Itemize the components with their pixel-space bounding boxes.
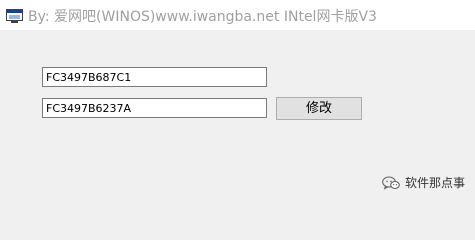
app-window: By: 爱网吧(WINOS)www.iwangba.net INtel网卡版V3… bbox=[0, 0, 475, 201]
window-title: By: 爱网吧(WINOS)www.iwangba.net INtel网卡版V3 bbox=[28, 9, 377, 25]
app-icon bbox=[6, 8, 23, 23]
mac-address-input-2[interactable] bbox=[42, 98, 267, 118]
watermark: 软件那点事 bbox=[382, 173, 465, 191]
title-bar[interactable]: By: 爱网吧(WINOS)www.iwangba.net INtel网卡版V3 bbox=[0, 0, 475, 30]
watermark-text: 软件那点事 bbox=[405, 175, 466, 190]
mac-address-input-1[interactable] bbox=[42, 67, 267, 87]
modify-button[interactable]: 修改 bbox=[276, 97, 362, 120]
wechat-logo-icon bbox=[382, 175, 400, 190]
